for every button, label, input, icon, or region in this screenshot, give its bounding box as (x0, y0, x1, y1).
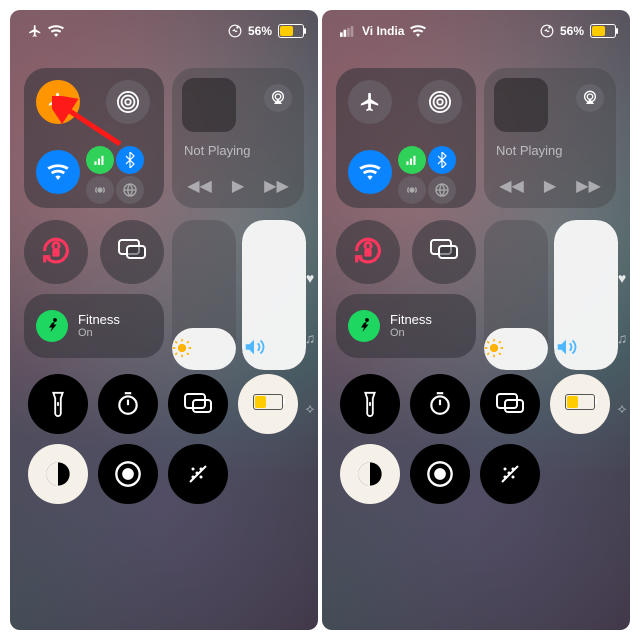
side-tab-heart[interactable]: ♥ (614, 270, 630, 288)
activity-icon (540, 24, 554, 38)
hotspot-toggle[interactable] (398, 176, 426, 204)
play-button[interactable]: ▶ (232, 176, 244, 196)
fitness-title: Fitness (78, 313, 120, 327)
airplane-mode-status-icon (28, 24, 42, 38)
dark-mode-button[interactable] (28, 444, 88, 504)
fitness-icon (348, 310, 380, 342)
album-art-placeholder (182, 78, 236, 132)
screen-record-button[interactable] (410, 444, 470, 504)
carrier-label: Vi India (362, 24, 404, 38)
brightness-icon (172, 338, 236, 358)
play-button[interactable]: ▶ (544, 176, 556, 196)
battery-percent: 56% (248, 24, 272, 38)
next-button[interactable]: ▶▶ (264, 176, 289, 196)
status-bar: 56% (10, 10, 318, 54)
signal-bars-icon (340, 26, 356, 37)
prev-button[interactable]: ◀◀ (499, 176, 524, 196)
side-tab-antenna[interactable]: ⟡ (302, 400, 318, 418)
airplane-mode-toggle[interactable] (348, 80, 392, 124)
cellular-toggle[interactable] (398, 146, 426, 174)
timer-button[interactable] (410, 374, 470, 434)
wifi-status-icon (410, 25, 426, 37)
volume-slider[interactable] (554, 220, 618, 370)
dark-mode-button[interactable] (340, 444, 400, 504)
media-controls: ◀◀ ▶ ▶▶ (484, 176, 616, 196)
media-tile[interactable]: Not Playing ◀◀ ▶ ▶▶ (172, 68, 304, 208)
media-tile[interactable]: Not Playing ◀◀ ▶ ▶▶ (484, 68, 616, 208)
airplane-mode-toggle[interactable] (36, 80, 80, 124)
vpn-toggle[interactable] (428, 176, 456, 204)
airdrop-toggle[interactable] (418, 80, 462, 124)
airplay-button[interactable] (576, 84, 604, 112)
media-controls: ◀◀ ▶ ▶▶ (172, 176, 304, 196)
side-tab-music[interactable]: ♫ (302, 330, 318, 348)
screen-mirror-button[interactable] (168, 374, 228, 434)
fitness-subtitle: On (390, 327, 432, 339)
screen-mirror-small[interactable] (412, 220, 476, 284)
battery-icon (278, 24, 304, 38)
now-playing-label: Not Playing (184, 143, 250, 158)
status-right: 56% (540, 24, 616, 38)
brightness-slider[interactable] (172, 220, 236, 370)
album-art-placeholder (494, 78, 548, 132)
low-power-mode-button[interactable] (238, 374, 298, 434)
airplay-button[interactable] (264, 84, 292, 112)
airdrop-toggle[interactable] (106, 80, 150, 124)
hearing-button[interactable] (168, 444, 228, 504)
cellular-toggle[interactable] (86, 146, 114, 174)
status-right: 56% (228, 24, 304, 38)
fitness-subtitle: On (78, 327, 120, 339)
connectivity-tile[interactable] (336, 68, 476, 208)
volume-slider[interactable] (242, 220, 306, 370)
fitness-tile[interactable]: Fitness On (336, 294, 476, 358)
battery-lowpower-icon (565, 394, 595, 415)
volume-icon (554, 336, 618, 358)
screen-mirror-button[interactable] (480, 374, 540, 434)
connectivity-tile[interactable] (24, 68, 164, 208)
battery-icon (590, 24, 616, 38)
low-power-mode-button[interactable] (550, 374, 610, 434)
now-playing-label: Not Playing (496, 143, 562, 158)
status-left (28, 24, 64, 38)
bluetooth-toggle[interactable] (428, 146, 456, 174)
fitness-tile[interactable]: Fitness On (24, 294, 164, 358)
orientation-lock-toggle[interactable] (24, 220, 88, 284)
flashlight-button[interactable] (28, 374, 88, 434)
bluetooth-toggle[interactable] (116, 146, 144, 174)
fitness-title: Fitness (390, 313, 432, 327)
status-left: Vi India (340, 24, 426, 38)
wifi-status-icon (48, 25, 64, 37)
screenshot-right: Vi India 56% (322, 10, 630, 630)
hotspot-toggle[interactable] (86, 176, 114, 204)
side-tab-music[interactable]: ♫ (614, 330, 630, 348)
battery-percent: 56% (560, 24, 584, 38)
side-tab-heart[interactable]: ♥ (302, 270, 318, 288)
status-bar: Vi India 56% (322, 10, 630, 54)
fitness-icon (36, 310, 68, 342)
screen-record-button[interactable] (98, 444, 158, 504)
screen-mirror-small[interactable] (100, 220, 164, 284)
brightness-slider[interactable] (484, 220, 548, 370)
orientation-lock-toggle[interactable] (336, 220, 400, 284)
battery-lowpower-icon (253, 394, 283, 415)
hearing-button[interactable] (480, 444, 540, 504)
wifi-toggle[interactable] (36, 150, 80, 194)
wifi-toggle[interactable] (348, 150, 392, 194)
fitness-labels: Fitness On (78, 313, 120, 339)
flashlight-button[interactable] (340, 374, 400, 434)
activity-icon (228, 24, 242, 38)
timer-button[interactable] (98, 374, 158, 434)
screenshot-left: 56% (10, 10, 318, 630)
side-tab-antenna[interactable]: ⟡ (614, 400, 630, 418)
brightness-icon (484, 338, 548, 358)
comparison-canvas: 56% (0, 0, 640, 640)
fitness-labels: Fitness On (390, 313, 432, 339)
volume-icon (242, 336, 306, 358)
next-button[interactable]: ▶▶ (576, 176, 601, 196)
prev-button[interactable]: ◀◀ (187, 176, 212, 196)
vpn-toggle[interactable] (116, 176, 144, 204)
